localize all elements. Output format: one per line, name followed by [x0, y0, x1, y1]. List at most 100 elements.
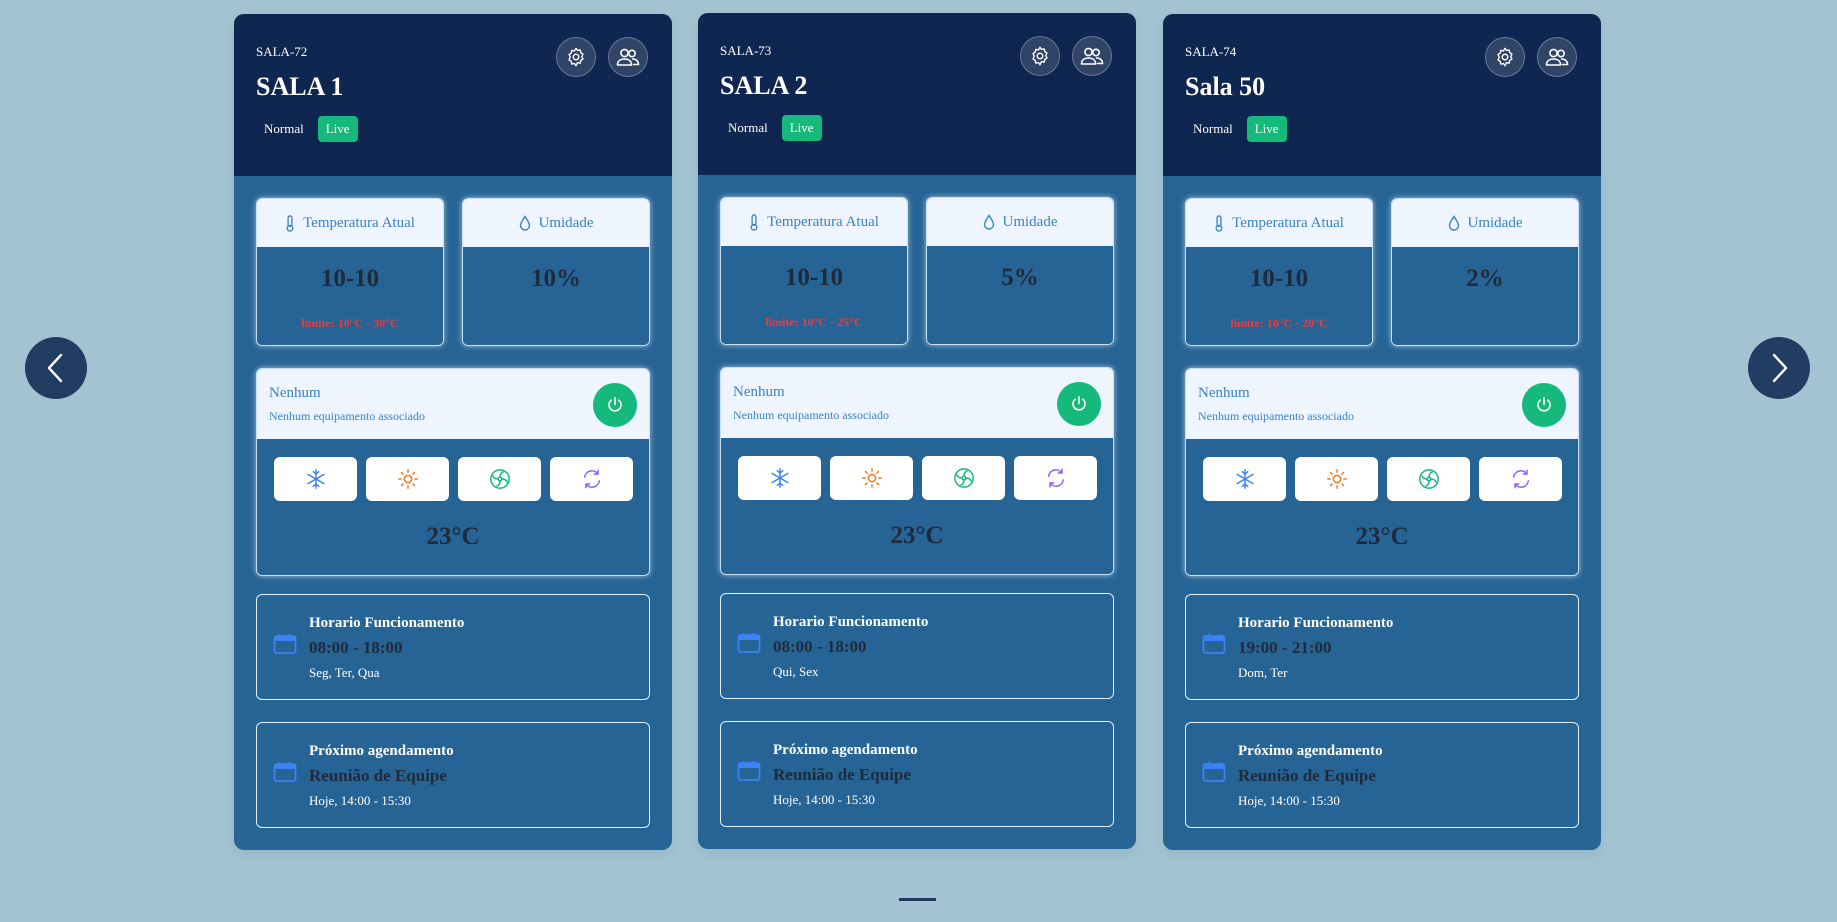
power-button[interactable]: [1057, 382, 1101, 426]
power-button[interactable]: [1522, 383, 1566, 427]
equipment-controls: 23°C: [257, 439, 649, 575]
carousel-next-button[interactable]: [1748, 337, 1810, 399]
temperature-header: Temperatura Atual: [721, 198, 907, 246]
sun-icon: [397, 469, 418, 489]
mode-selector: [738, 456, 1097, 500]
next-schedule-event: Reunião de Equipe: [1238, 766, 1376, 785]
temperature-label: Temperatura Atual: [1232, 214, 1344, 231]
refresh-icon: [583, 469, 600, 489]
operating-hours-panel: Horario Funcionamento 08:00 - 18:00 Qui,…: [720, 593, 1114, 699]
humidity-panel: Umidade 10%: [462, 198, 650, 346]
operating-hours-value: 08:00 - 18:00: [309, 638, 403, 657]
auto-mode-button[interactable]: [1479, 457, 1562, 501]
humidity-panel: Umidade 2%: [1391, 198, 1579, 346]
operating-hours-title: Horario Funcionamento: [309, 615, 465, 631]
calendar-icon: [273, 634, 297, 654]
fan-mode-button[interactable]: [922, 456, 1005, 500]
room-code: SALA-72: [256, 44, 308, 59]
next-schedule-event: Reunião de Equipe: [309, 766, 447, 785]
cool-mode-button[interactable]: [738, 456, 821, 500]
next-schedule-title: Próximo agendamento: [773, 742, 918, 758]
operating-days: Seg, Ter, Qua: [309, 665, 380, 680]
room-card-header: SALA-74 Sala 50 Normal Live: [1163, 14, 1601, 176]
room-code: SALA-73: [720, 43, 772, 58]
snowflake-icon: [1235, 469, 1254, 489]
mode-selector: [274, 457, 633, 501]
auto-mode-button[interactable]: [1014, 456, 1097, 500]
room-card: SALA-72 SALA 1 Normal Live Temperatura A…: [234, 14, 672, 850]
next-schedule-time: Hoje, 14:00 - 15:30: [1238, 793, 1340, 808]
room-settings-button[interactable]: [1020, 36, 1060, 76]
live-badge: Live: [317, 116, 358, 142]
fan-mode-button[interactable]: [1387, 457, 1470, 501]
room-settings-button[interactable]: [556, 37, 596, 77]
room-name: SALA 1: [256, 72, 344, 101]
temperature-body: 10-10 limite: 10°C - 20°C: [1186, 247, 1372, 345]
next-schedule-time: Hoje, 14:00 - 15:30: [309, 793, 411, 808]
room-settings-button[interactable]: [1485, 37, 1525, 77]
calendar-icon: [273, 762, 297, 782]
temperature-panel: Temperatura Atual 10-10 limite: 10°C - 2…: [1185, 198, 1373, 346]
fan-icon: [1418, 469, 1439, 489]
heat-mode-button[interactable]: [1295, 457, 1378, 501]
heat-mode-button[interactable]: [366, 457, 449, 501]
setpoint-value: 23°C: [426, 523, 480, 550]
auto-mode-button[interactable]: [550, 457, 633, 501]
snowflake-icon: [306, 469, 325, 489]
temperature-label: Temperatura Atual: [303, 214, 415, 231]
sun-icon: [1326, 469, 1347, 489]
room-name: Sala 50: [1185, 72, 1266, 101]
room-users-button[interactable]: [1072, 36, 1112, 76]
humidity-header: Umidade: [463, 199, 649, 247]
users-icon: [616, 48, 640, 66]
refresh-icon: [1512, 469, 1529, 489]
temperature-header: Temperatura Atual: [257, 199, 443, 247]
next-schedule-title: Próximo agendamento: [1238, 743, 1383, 759]
humidity-body: 2%: [1392, 247, 1578, 345]
room-name: SALA 2: [720, 71, 808, 100]
room-users-button[interactable]: [608, 37, 648, 77]
cool-mode-button[interactable]: [274, 457, 357, 501]
power-icon: [1537, 396, 1551, 412]
temperature-value: 10-10: [1249, 265, 1309, 292]
next-schedule-event: Reunião de Equipe: [773, 765, 911, 784]
droplet-icon: [519, 215, 530, 231]
room-users-button[interactable]: [1537, 37, 1577, 77]
humidity-panel: Umidade 5%: [926, 197, 1114, 345]
humidity-value: 5%: [1001, 264, 1039, 291]
carousel-prev-button[interactable]: [25, 337, 87, 399]
room-card: SALA-74 Sala 50 Normal Live Temperatura …: [1163, 14, 1601, 850]
operating-days: Qui, Sex: [773, 664, 819, 679]
temperature-label: Temperatura Atual: [767, 213, 879, 230]
room-card: SALA-73 SALA 2 Normal Live Temperatura A…: [698, 13, 1136, 849]
gear-icon: [1032, 46, 1048, 66]
droplet-icon: [1448, 215, 1459, 231]
cool-mode-button[interactable]: [1203, 457, 1286, 501]
room-card-header: SALA-73 SALA 2 Normal Live: [698, 13, 1136, 175]
operating-days: Dom, Ter: [1238, 665, 1288, 680]
snowflake-icon: [770, 468, 789, 488]
thermometer-icon: [286, 214, 294, 232]
room-carousel: SALA-72 SALA 1 Normal Live Temperatura A…: [0, 0, 1837, 922]
calendar-icon: [737, 633, 761, 653]
humidity-value: 10%: [531, 265, 581, 292]
status-badges: Normal Live: [720, 115, 822, 141]
status-badges: Normal Live: [256, 116, 358, 142]
chevron-right-icon: [1772, 353, 1788, 383]
equipment-name: Nenhum: [1198, 385, 1250, 401]
chevron-left-icon: [47, 353, 63, 383]
next-schedule-time: Hoje, 14:00 - 15:30: [773, 792, 875, 807]
mode-selector: [1203, 457, 1562, 501]
room-code: SALA-74: [1185, 44, 1237, 59]
mode-badge: Normal: [1193, 121, 1233, 136]
equipment-panel: Nenhum Nenhum equipamento associado 23°C: [720, 367, 1114, 575]
fan-mode-button[interactable]: [458, 457, 541, 501]
operating-hours-value: 08:00 - 18:00: [773, 637, 867, 656]
live-badge: Live: [781, 115, 822, 141]
carousel-page-indicator[interactable]: [899, 898, 936, 901]
humidity-label: Umidade: [1002, 213, 1058, 230]
mode-badge: Normal: [728, 120, 768, 135]
thermometer-icon: [1215, 214, 1223, 232]
heat-mode-button[interactable]: [830, 456, 913, 500]
power-button[interactable]: [593, 383, 637, 427]
